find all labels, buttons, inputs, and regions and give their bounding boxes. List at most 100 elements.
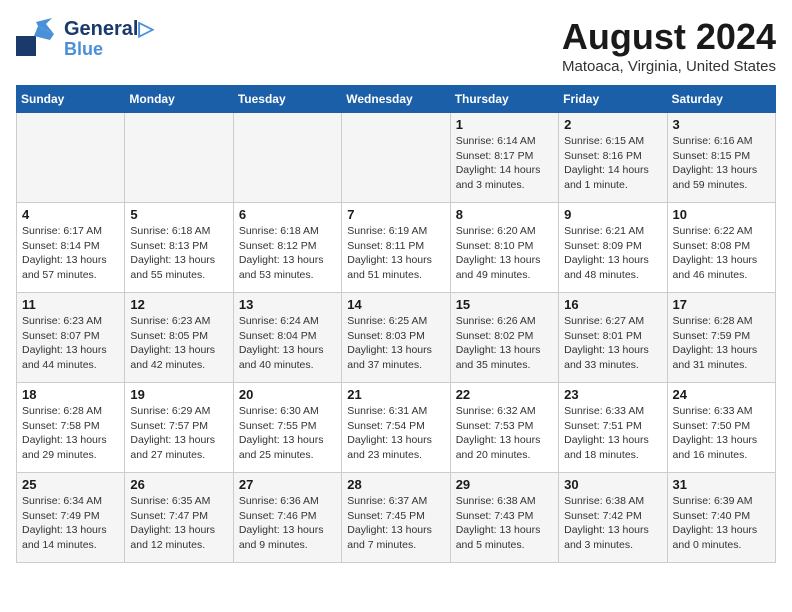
logo-icon: G — [16, 16, 60, 60]
day-cell: 2 Sunrise: 6:15 AM Sunset: 8:16 PM Daylig… — [559, 113, 667, 203]
day-number: 14 — [347, 297, 444, 312]
day-cell — [125, 113, 233, 203]
day-cell — [233, 113, 341, 203]
day-cell: 6Sunrise: 6:18 AM Sunset: 8:12 PM Daylig… — [233, 203, 341, 293]
week-row-3: 11Sunrise: 6:23 AM Sunset: 8:07 PM Dayli… — [17, 293, 776, 383]
day-info: Sunrise: 6:19 AM Sunset: 8:11 PM Dayligh… — [347, 224, 444, 283]
day-info: Sunrise: 6:36 AM Sunset: 7:46 PM Dayligh… — [239, 494, 336, 553]
day-cell: 23 Sunrise: 6:33 AM Sunset: 7:51 PM Dayli… — [559, 383, 667, 473]
day-number: 10 — [673, 207, 770, 222]
day-number: 9 — [564, 207, 661, 222]
day-number: 18 — [22, 387, 119, 402]
logo: G General▷ Blue — [16, 16, 154, 60]
day-number: 22 — [456, 387, 553, 402]
day-cell: 18 Sunrise: 6:28 AM Sunset: 7:58 PM Dayli… — [17, 383, 125, 473]
day-cell: 5 Sunrise: 6:18 AM Sunset: 8:13 PM Daylig… — [125, 203, 233, 293]
day-number: 30 — [564, 477, 661, 492]
day-number: 28 — [347, 477, 444, 492]
weekday-tuesday: Tuesday — [233, 86, 341, 113]
day-cell: 28Sunrise: 6:37 AM Sunset: 7:45 PM Dayli… — [342, 473, 450, 563]
month-year: August 2024 — [562, 16, 776, 58]
day-info: Sunrise: 6:38 AM Sunset: 7:43 PM Dayligh… — [456, 494, 553, 553]
day-info: Sunrise: 6:15 AM Sunset: 8:16 PM Dayligh… — [564, 134, 661, 193]
day-cell: 1 Sunrise: 6:14 AM Sunset: 8:17 PM Daylig… — [450, 113, 558, 203]
day-info: Sunrise: 6:18 AM Sunset: 8:12 PM Dayligh… — [239, 224, 336, 283]
day-cell: 21 Sunrise: 6:31 AM Sunset: 7:54 PM Dayli… — [342, 383, 450, 473]
day-info: Sunrise: 6:31 AM Sunset: 7:54 PM Dayligh… — [347, 404, 444, 463]
day-number: 23 — [564, 387, 661, 402]
weekday-thursday: Thursday — [450, 86, 558, 113]
day-number: 29 — [456, 477, 553, 492]
title-section: August 2024 Matoaca, Virginia, United St… — [562, 16, 776, 75]
day-cell: 9 Sunrise: 6:21 AM Sunset: 8:09 PM Daylig… — [559, 203, 667, 293]
day-number: 21 — [347, 387, 444, 402]
day-info: Sunrise: 6:34 AM Sunset: 7:49 PM Dayligh… — [22, 494, 119, 553]
day-info: Sunrise: 6:28 AM Sunset: 7:59 PM Dayligh… — [673, 314, 770, 373]
day-cell: 30 Sunrise: 6:38 AM Sunset: 7:42 PM Dayli… — [559, 473, 667, 563]
day-number: 7 — [347, 207, 444, 222]
day-info: Sunrise: 6:27 AM Sunset: 8:01 PM Dayligh… — [564, 314, 661, 373]
svg-text:G: G — [18, 39, 30, 56]
day-info: Sunrise: 6:30 AM Sunset: 7:55 PM Dayligh… — [239, 404, 336, 463]
day-number: 11 — [22, 297, 119, 312]
day-cell: 20Sunrise: 6:30 AM Sunset: 7:55 PM Dayli… — [233, 383, 341, 473]
day-cell: 17 Sunrise: 6:28 AM Sunset: 7:59 PM Dayli… — [667, 293, 775, 383]
day-cell: 19Sunrise: 6:29 AM Sunset: 7:57 PM Dayli… — [125, 383, 233, 473]
day-info: Sunrise: 6:39 AM Sunset: 7:40 PM Dayligh… — [673, 494, 770, 553]
day-cell: 4 Sunrise: 6:17 AM Sunset: 8:14 PM Daylig… — [17, 203, 125, 293]
day-number: 1 — [456, 117, 553, 132]
day-info: Sunrise: 6:32 AM Sunset: 7:53 PM Dayligh… — [456, 404, 553, 463]
week-row-2: 4 Sunrise: 6:17 AM Sunset: 8:14 PM Daylig… — [17, 203, 776, 293]
day-cell: 10Sunrise: 6:22 AM Sunset: 8:08 PM Dayli… — [667, 203, 775, 293]
day-info: Sunrise: 6:18 AM Sunset: 8:13 PM Dayligh… — [130, 224, 227, 283]
week-row-4: 18 Sunrise: 6:28 AM Sunset: 7:58 PM Dayli… — [17, 383, 776, 473]
day-number: 13 — [239, 297, 336, 312]
calendar-table: SundayMondayTuesdayWednesdayThursdayFrid… — [16, 85, 776, 563]
week-row-5: 25 Sunrise: 6:34 AM Sunset: 7:49 PM Dayli… — [17, 473, 776, 563]
day-number: 19 — [130, 387, 227, 402]
day-cell: 27 Sunrise: 6:36 AM Sunset: 7:46 PM Dayli… — [233, 473, 341, 563]
day-number: 17 — [673, 297, 770, 312]
day-info: Sunrise: 6:33 AM Sunset: 7:50 PM Dayligh… — [673, 404, 770, 463]
day-info: Sunrise: 6:14 AM Sunset: 8:17 PM Dayligh… — [456, 134, 553, 193]
day-number: 31 — [673, 477, 770, 492]
day-number: 12 — [130, 297, 227, 312]
day-info: Sunrise: 6:38 AM Sunset: 7:42 PM Dayligh… — [564, 494, 661, 553]
day-cell: 31 Sunrise: 6:39 AM Sunset: 7:40 PM Dayli… — [667, 473, 775, 563]
day-number: 3 — [673, 117, 770, 132]
header: G General▷ Blue August 2024 Matoaca, Vir… — [16, 16, 776, 75]
day-number: 15 — [456, 297, 553, 312]
day-number: 25 — [22, 477, 119, 492]
day-info: Sunrise: 6:35 AM Sunset: 7:47 PM Dayligh… — [130, 494, 227, 553]
logo-blue: Blue — [64, 40, 154, 58]
day-cell: 14 Sunrise: 6:25 AM Sunset: 8:03 PM Dayli… — [342, 293, 450, 383]
day-number: 5 — [130, 207, 227, 222]
day-number: 26 — [130, 477, 227, 492]
day-number: 2 — [564, 117, 661, 132]
week-row-1: 1 Sunrise: 6:14 AM Sunset: 8:17 PM Daylig… — [17, 113, 776, 203]
weekday-monday: Monday — [125, 86, 233, 113]
day-number: 27 — [239, 477, 336, 492]
day-cell: 15Sunrise: 6:26 AM Sunset: 8:02 PM Dayli… — [450, 293, 558, 383]
day-cell: 16 Sunrise: 6:27 AM Sunset: 8:01 PM Dayli… — [559, 293, 667, 383]
day-info: Sunrise: 6:17 AM Sunset: 8:14 PM Dayligh… — [22, 224, 119, 283]
day-cell: 29 Sunrise: 6:38 AM Sunset: 7:43 PM Dayli… — [450, 473, 558, 563]
day-info: Sunrise: 6:16 AM Sunset: 8:15 PM Dayligh… — [673, 134, 770, 193]
logo-general: General▷ — [64, 18, 154, 40]
day-info: Sunrise: 6:24 AM Sunset: 8:04 PM Dayligh… — [239, 314, 336, 373]
calendar-body: 1 Sunrise: 6:14 AM Sunset: 8:17 PM Daylig… — [17, 113, 776, 563]
day-info: Sunrise: 6:23 AM Sunset: 8:05 PM Dayligh… — [130, 314, 227, 373]
day-cell — [342, 113, 450, 203]
day-number: 16 — [564, 297, 661, 312]
day-number: 4 — [22, 207, 119, 222]
day-number: 8 — [456, 207, 553, 222]
location: Matoaca, Virginia, United States — [562, 58, 776, 75]
day-info: Sunrise: 6:25 AM Sunset: 8:03 PM Dayligh… — [347, 314, 444, 373]
day-info: Sunrise: 6:28 AM Sunset: 7:58 PM Dayligh… — [22, 404, 119, 463]
day-info: Sunrise: 6:21 AM Sunset: 8:09 PM Dayligh… — [564, 224, 661, 283]
day-cell: 25 Sunrise: 6:34 AM Sunset: 7:49 PM Dayli… — [17, 473, 125, 563]
day-cell: 13 Sunrise: 6:24 AM Sunset: 8:04 PM Dayli… — [233, 293, 341, 383]
day-info: Sunrise: 6:33 AM Sunset: 7:51 PM Dayligh… — [564, 404, 661, 463]
day-number: 24 — [673, 387, 770, 402]
weekday-wednesday: Wednesday — [342, 86, 450, 113]
